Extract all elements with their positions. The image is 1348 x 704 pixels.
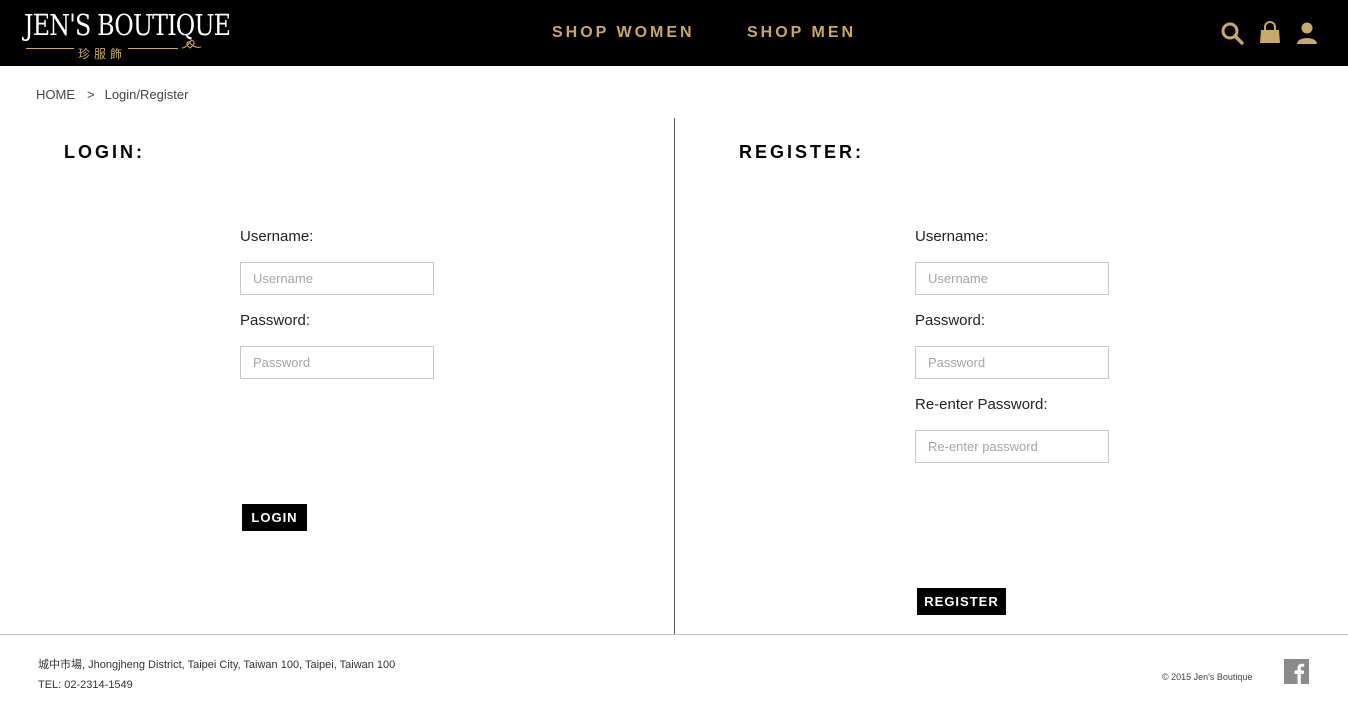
logo-chinese-subtitle: 珍服飾 — [78, 47, 127, 61]
login-username-input[interactable] — [240, 262, 434, 295]
logo-underline-right — [128, 48, 178, 49]
register-reenter-input[interactable] — [915, 430, 1109, 463]
logo-underline-left — [26, 48, 74, 49]
facebook-icon[interactable] — [1284, 659, 1309, 684]
register-reenter-label: Re-enter Password: — [915, 396, 1048, 413]
nav-shop-women[interactable]: SHOP WOMEN — [552, 24, 695, 42]
shopping-bag-icon[interactable] — [1257, 20, 1283, 46]
register-button[interactable]: REGISTER — [917, 588, 1006, 615]
register-username-input[interactable] — [915, 262, 1109, 295]
register-password-input[interactable] — [915, 346, 1109, 379]
user-icon[interactable] — [1294, 20, 1320, 46]
column-divider — [674, 118, 675, 634]
search-icon[interactable] — [1219, 20, 1245, 46]
footer-address: 城中市場, Jhongjheng District, Taipei City, … — [38, 659, 396, 671]
register-title: REGISTER: — [739, 142, 865, 162]
nav-shop-men[interactable]: SHOP MEN — [747, 24, 856, 42]
register-password-label: Password: — [915, 312, 986, 329]
login-button[interactable]: LOGIN — [242, 504, 307, 531]
site-header: JEN'S BOUTIQUE 珍服飾 SHOP WOMEN SHOP MEN — [0, 0, 1348, 66]
logo[interactable]: JEN'S BOUTIQUE 珍服飾 — [24, 8, 231, 62]
login-title: LOGIN: — [64, 142, 145, 162]
breadcrumb-current: Login/Register — [104, 87, 189, 102]
footer-phone: TEL: 02-2314-1549 — [38, 679, 133, 691]
login-password-label: Password: — [240, 312, 311, 329]
heart-swirl-icon — [181, 40, 202, 49]
breadcrumb-separator: > — [87, 87, 95, 102]
register-username-label: Username: — [915, 228, 989, 245]
breadcrumb-home-link[interactable]: HOME — [36, 87, 75, 102]
login-password-input[interactable] — [240, 346, 434, 379]
login-username-label: Username: — [240, 228, 314, 245]
footer-copyright: © 2015 Jen's Boutique — [1162, 672, 1253, 682]
breadcrumb: HOME > Login/Register — [36, 87, 188, 102]
footer-divider — [0, 634, 1348, 635]
